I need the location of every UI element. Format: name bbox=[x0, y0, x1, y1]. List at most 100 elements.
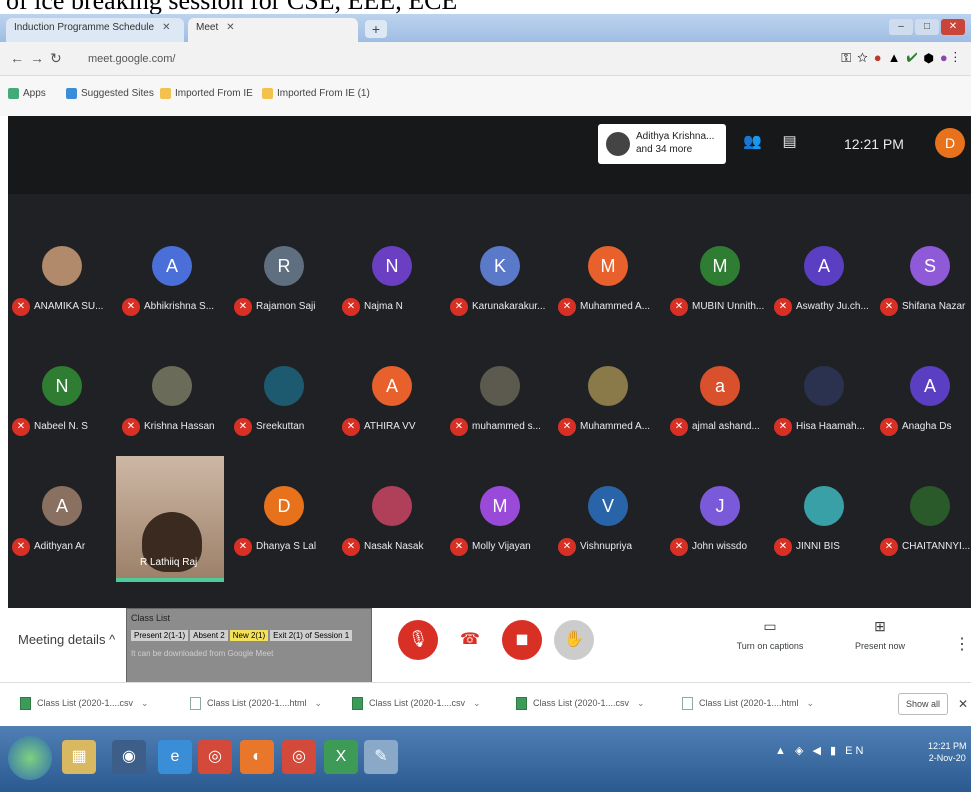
back-icon[interactable]: ← bbox=[10, 50, 30, 66]
start-button[interactable] bbox=[8, 736, 52, 780]
present-now-button[interactable]: ⊞ Present now bbox=[835, 618, 925, 651]
star-icon[interactable]: ☆ bbox=[857, 50, 874, 65]
participant-tile[interactable]: ✕ muhammed s... bbox=[448, 360, 554, 460]
extension-icon[interactable]: ▲ bbox=[888, 50, 907, 65]
close-tab-icon[interactable]: ✕ bbox=[162, 22, 170, 33]
chat-icon[interactable]: ▤ bbox=[783, 133, 797, 150]
firefox-icon[interactable]: ◐ bbox=[240, 740, 274, 774]
participant-tile[interactable]: ✕ Nasak Nasak bbox=[340, 480, 446, 580]
maximize-icon[interactable]: □ bbox=[915, 19, 939, 35]
html-file-icon bbox=[190, 697, 201, 710]
preview-subtitle: It can be downloaded from Google Meet bbox=[131, 649, 274, 658]
participant-tile[interactable]: A ✕ ATHIRA VV bbox=[340, 360, 446, 460]
participant-tile[interactable]: V ✕ Vishnupriya bbox=[556, 480, 662, 580]
reload-icon[interactable]: ↻ bbox=[50, 50, 68, 66]
participant-tile[interactable]: A ✕ Adithyan Ar bbox=[10, 480, 116, 580]
participant-tile[interactable]: ✕ Muhammed A... bbox=[556, 360, 662, 460]
mic-muted-icon: ✕ bbox=[774, 538, 792, 556]
puzzle-icon[interactable]: ⬢ bbox=[924, 50, 940, 65]
download-item[interactable]: Class List (2020-1....csv ⌄ bbox=[516, 697, 645, 710]
meeting-details-button[interactable]: Meeting details ^ bbox=[18, 632, 115, 647]
participant-tile[interactable]: K ✕ Karunakarakur... bbox=[448, 240, 554, 340]
battery-icon[interactable]: ▮ bbox=[830, 745, 839, 757]
download-item[interactable]: Class List (2020-1....html ⌄ bbox=[190, 697, 322, 710]
key-icon[interactable]: ⚿ bbox=[841, 50, 857, 65]
language-icon[interactable]: EN bbox=[845, 745, 866, 757]
mic-muted-icon: ✕ bbox=[234, 538, 252, 556]
participant-tile[interactable]: N ✕ Najma N bbox=[340, 240, 446, 340]
mic-muted-icon: ✕ bbox=[558, 418, 576, 436]
participants-chip[interactable]: Adithya Krishna... and 34 more bbox=[598, 124, 726, 164]
close-downloads-icon[interactable]: ✕ bbox=[958, 697, 968, 711]
download-item[interactable]: Class List (2020-1....csv ⌄ bbox=[352, 697, 481, 710]
chevron-down-icon[interactable]: ⌄ bbox=[473, 698, 481, 708]
hand-raise-button[interactable]: ✋ bbox=[554, 620, 594, 660]
address-bar[interactable]: meet.google.com/ bbox=[88, 48, 788, 70]
participant-name: Shifana Nazar bbox=[902, 301, 966, 312]
forward-icon[interactable]: → bbox=[30, 50, 50, 66]
mic-muted-icon: ✕ bbox=[774, 298, 792, 316]
check-icon[interactable]: ✔ bbox=[907, 50, 924, 65]
volume-icon[interactable]: ◀ bbox=[812, 745, 823, 757]
participant-tile[interactable]: ✕ Hisa Haamah... bbox=[772, 360, 878, 460]
chevron-down-icon[interactable]: ⌄ bbox=[807, 698, 815, 708]
network-icon[interactable]: ◈ bbox=[795, 745, 806, 757]
participant-tile[interactable]: a ✕ ajmal ashand... bbox=[668, 360, 774, 460]
participant-name: John wissdo bbox=[692, 541, 748, 552]
explorer-icon[interactable]: ▦ bbox=[62, 740, 96, 774]
participant-tile[interactable]: ✕ Sreekuttan bbox=[232, 360, 338, 460]
participant-tile[interactable]: ✕ Krishna Hassan bbox=[120, 360, 226, 460]
participant-tile[interactable]: S ✕ Shifana Nazar bbox=[878, 240, 971, 340]
excel-icon[interactable]: X bbox=[324, 740, 358, 774]
participant-tile[interactable]: A ✕ Abhikrishna S... bbox=[120, 240, 226, 340]
camera-off-button[interactable]: ◼ bbox=[502, 620, 542, 660]
chevron-down-icon[interactable]: ⌄ bbox=[637, 698, 645, 708]
close-tab-icon[interactable]: ✕ bbox=[226, 22, 234, 33]
participant-tile[interactable]: M ✕ Molly Vijayan bbox=[448, 480, 554, 580]
arrow-up-icon[interactable]: ▲ bbox=[775, 745, 789, 757]
participant-tile[interactable]: N ✕ Nabeel N. S bbox=[10, 360, 116, 460]
profile-icon[interactable]: ● bbox=[940, 50, 954, 65]
participant-tile[interactable]: ✕ ANAMIKA SU... bbox=[10, 240, 116, 340]
chevron-down-icon[interactable]: ⌄ bbox=[315, 698, 323, 708]
menu-icon[interactable]: ⋮ bbox=[954, 50, 963, 65]
mic-muted-icon: ✕ bbox=[450, 538, 468, 556]
self-avatar[interactable]: D bbox=[935, 128, 965, 158]
participant-tile[interactable]: R ✕ Rajamon Saji bbox=[232, 240, 338, 340]
bookmark-imported-1[interactable]: Imported From IE (1) bbox=[262, 88, 370, 99]
bookmark-suggested[interactable]: Suggested Sites bbox=[66, 88, 154, 99]
new-tab-button[interactable]: + bbox=[365, 20, 387, 38]
participant-tile[interactable]: A ✕ Anagha Ds bbox=[878, 360, 971, 460]
captions-button[interactable]: ▭ Turn on captions bbox=[725, 618, 815, 651]
bookmark-imported[interactable]: Imported From IE bbox=[160, 88, 253, 99]
chrome-icon-2[interactable]: ◎ bbox=[282, 740, 316, 774]
participant-tile[interactable]: M ✕ Muhammed A... bbox=[556, 240, 662, 340]
show-all-button[interactable]: Show all bbox=[898, 693, 948, 715]
paint-icon[interactable]: ✎ bbox=[364, 740, 398, 774]
participant-tile[interactable]: ✕ JINNI BIS bbox=[772, 480, 878, 580]
extension-red-icon[interactable]: ● bbox=[874, 50, 888, 65]
tab-induction[interactable]: Induction Programme Schedule ✕ bbox=[6, 18, 184, 42]
close-window-icon[interactable]: ✕ bbox=[941, 19, 965, 35]
chevron-down-icon[interactable]: ⌄ bbox=[141, 698, 149, 708]
participant-name: Karunakarakur... bbox=[472, 301, 546, 312]
participant-tile[interactable]: J ✕ John wissdo bbox=[668, 480, 774, 580]
participant-tile[interactable]: M ✕ MUBIN Unnith... bbox=[668, 240, 774, 340]
download-item[interactable]: Class List (2020-1....csv ⌄ bbox=[20, 697, 149, 710]
tab-meet[interactable]: Meet ✕ bbox=[188, 18, 358, 42]
people-icon[interactable]: 👥 bbox=[743, 133, 762, 150]
presenter-video[interactable]: R Lathiiq Raj bbox=[116, 456, 224, 582]
media-icon[interactable]: ◉ bbox=[112, 740, 146, 774]
participant-tile[interactable]: ✕ CHAITANNYI... bbox=[878, 480, 971, 580]
mic-off-button[interactable]: 🎙 bbox=[398, 620, 438, 660]
leave-call-button[interactable]: ☎ bbox=[450, 620, 490, 660]
participant-tile[interactable]: D ✕ Dhanya S Lal bbox=[232, 480, 338, 580]
download-item[interactable]: Class List (2020-1....html ⌄ bbox=[682, 697, 814, 710]
more-options-icon[interactable]: ⋮ bbox=[954, 634, 970, 654]
participant-tile[interactable]: A ✕ Aswathy Ju.ch... bbox=[772, 240, 878, 340]
chrome-icon[interactable]: ◎ bbox=[198, 740, 232, 774]
participant-avatar: M bbox=[588, 246, 628, 286]
bookmark-apps[interactable]: Apps bbox=[8, 88, 46, 99]
ie-icon[interactable]: e bbox=[158, 740, 192, 774]
minimize-icon[interactable]: – bbox=[889, 19, 913, 35]
